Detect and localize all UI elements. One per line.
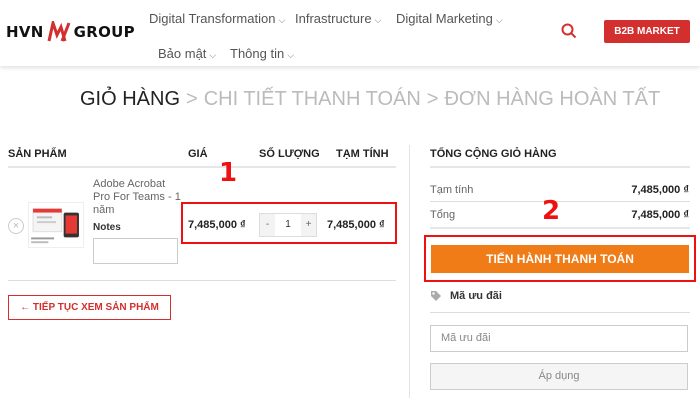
chevron-down-icon: ⌵ <box>278 15 286 25</box>
remove-item-button[interactable]: × <box>8 218 24 234</box>
chevron-down-icon: ⌵ <box>495 15 503 25</box>
tag-icon <box>431 291 441 301</box>
annotation-highlight-1 <box>181 202 397 244</box>
annotation-highlight-2 <box>424 235 696 282</box>
total-label: Tổng <box>430 209 456 221</box>
totals-footer-divider <box>430 227 690 229</box>
column-header-subtotal: TẠM TÍNH <box>336 148 389 160</box>
product-name-link[interactable]: Adobe Acrobat Pro For Teams - 1 năm <box>93 178 185 217</box>
breadcrumb-step-checkout-details[interactable]: CHI TIẾT THANH TOÁN <box>204 88 421 110</box>
logo-left-text: HVN <box>6 23 44 41</box>
continue-shopping-button[interactable]: ← TIẾP TỤC XEM SẢN PHẨM <box>8 295 171 320</box>
nav-label: Digital Marketing <box>396 11 493 26</box>
nav-label: Bảo mật <box>158 46 207 61</box>
b2b-market-button[interactable]: B2B MARKET <box>604 20 690 43</box>
site-logo[interactable]: HVN GROUP <box>6 20 135 44</box>
subtotal-label: Tạm tính <box>430 184 474 196</box>
coupon-divider <box>430 312 690 313</box>
breadcrumb-step-order-complete: ĐƠN HÀNG HOÀN TẤT <box>444 88 661 110</box>
totals-header-divider <box>430 166 690 168</box>
cart-totals-title: TỔNG CỘNG GIỎ HÀNG <box>430 148 557 160</box>
nav-label: Digital Transformation <box>149 11 276 26</box>
coupon-heading: Mã ưu đãi <box>430 290 502 302</box>
logo-right-text: GROUP <box>73 23 135 41</box>
chevron-down-icon: ⌵ <box>287 50 295 60</box>
annotation-marker-2: 2 <box>542 196 561 226</box>
coupon-code-input[interactable]: Mã ưu đãi <box>430 325 688 352</box>
nav-bao-mat[interactable]: Bảo mật ⌵ <box>158 46 216 61</box>
checkout-breadcrumb: GIỎ HÀNG > CHI TIẾT THANH TOÁN > ĐƠN HÀNG HO… <box>80 88 660 111</box>
logo-mark-icon <box>47 21 71 42</box>
column-header-product: SẢN PHẨM <box>8 148 67 160</box>
nav-thong-tin[interactable]: Thông tin ⌵ <box>230 46 294 61</box>
breadcrumb-separator: > <box>186 88 198 110</box>
nav-digital-transformation[interactable]: Digital Transformation ⌵ <box>149 11 285 26</box>
breadcrumb-step-cart[interactable]: GIỎ HÀNG <box>80 88 180 110</box>
column-divider <box>409 145 410 398</box>
table-header-divider <box>8 166 396 168</box>
chevron-down-icon: ⌵ <box>209 50 217 60</box>
column-header-price: GIÁ <box>188 148 208 160</box>
nav-label: Thông tin <box>230 46 285 61</box>
breadcrumb-separator: > <box>426 88 439 110</box>
table-row-divider <box>8 280 396 281</box>
nav-digital-marketing[interactable]: Digital Marketing ⌵ <box>396 11 503 26</box>
annotation-marker-1: 1 <box>219 158 238 188</box>
nav-label: Infrastructure <box>295 11 372 26</box>
product-thumbnail[interactable] <box>28 202 84 248</box>
chevron-down-icon: ⌵ <box>374 15 382 25</box>
total-value: 7,485,000 ₫ <box>631 209 689 221</box>
coupon-heading-text: Mã ưu đãi <box>450 290 502 302</box>
notes-label: Notes <box>93 222 121 233</box>
site-header: HVN GROUP Digital Transformation ⌵ Infras… <box>0 0 700 66</box>
subtotal-value: 7,485,000 ₫ <box>631 184 689 196</box>
nav-infrastructure[interactable]: Infrastructure ⌵ <box>295 11 381 26</box>
apply-coupon-button[interactable]: Áp dụng <box>430 363 688 390</box>
notes-textarea[interactable] <box>93 238 178 264</box>
column-header-quantity: SỐ LƯỢNG <box>259 148 320 160</box>
search-icon[interactable] <box>560 22 578 40</box>
